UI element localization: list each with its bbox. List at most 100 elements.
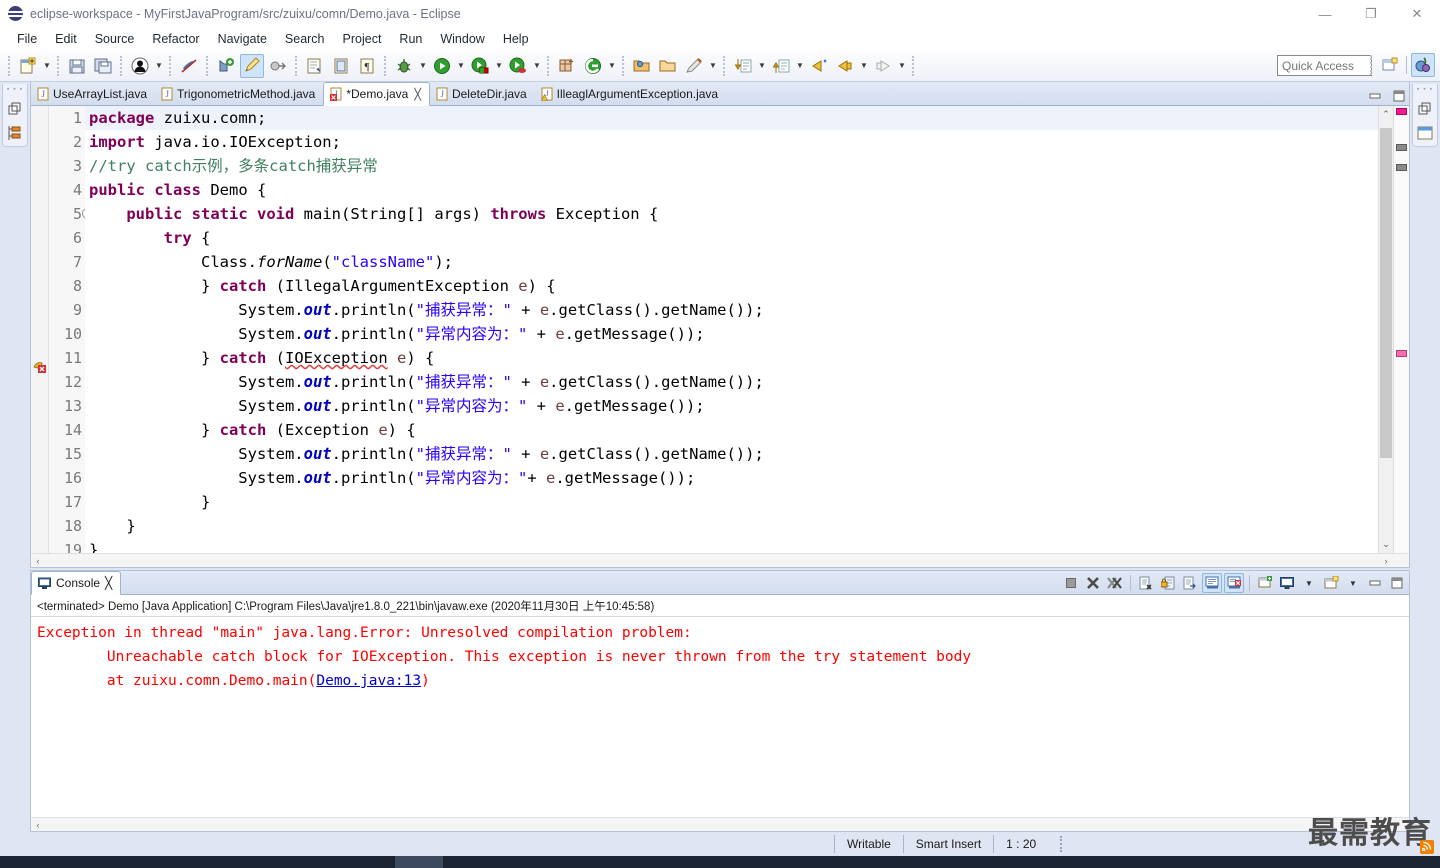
save-all-icon[interactable] (91, 54, 115, 78)
maximize-button[interactable]: ❐ (1348, 0, 1394, 28)
terminate-icon[interactable] (1061, 573, 1081, 593)
person-icon[interactable] (128, 54, 152, 78)
save-icon[interactable] (65, 54, 89, 78)
menu-refactor[interactable]: Refactor (143, 30, 208, 48)
code-line[interactable]: } (85, 490, 1378, 514)
code-line[interactable]: } catch (Exception e) { (85, 418, 1378, 442)
word-wrap-icon[interactable] (1180, 573, 1200, 593)
chevron-down-icon[interactable]: ▼ (1343, 573, 1363, 593)
chevron-down-icon[interactable]: ▼ (41, 54, 53, 78)
chevron-down-icon[interactable]: ▼ (1299, 573, 1319, 593)
open-task-icon[interactable] (329, 54, 353, 78)
restore-icon[interactable] (6, 100, 24, 118)
menu-run[interactable]: Run (390, 30, 431, 48)
restore-icon[interactable] (1416, 100, 1434, 118)
clear-console-icon[interactable] (1136, 573, 1156, 593)
maximize-icon[interactable] (1387, 573, 1407, 593)
editor-tab-trigonometricmethod[interactable]: J TrigonometricMethod.java (155, 82, 323, 105)
minimize-icon[interactable] (1365, 573, 1385, 593)
code-line[interactable]: } catch (IOException e) { (85, 346, 1378, 370)
code-line[interactable]: try { (85, 226, 1378, 250)
menu-navigate[interactable]: Navigate (209, 30, 276, 48)
overview-marker[interactable] (1396, 164, 1407, 171)
code-line[interactable]: System.out.println("异常内容为："+ e.getMessag… (85, 466, 1378, 490)
chevron-down-icon[interactable]: ▼ (493, 54, 505, 78)
chevron-down-icon[interactable]: ▼ (153, 54, 165, 78)
scroll-lock-icon[interactable] (1158, 573, 1178, 593)
menu-window[interactable]: Window (431, 30, 493, 48)
code-line[interactable]: Class.forName("className"); (85, 250, 1378, 274)
external-tools-icon[interactable] (266, 54, 290, 78)
new-console-view-icon[interactable] (1321, 573, 1341, 593)
scroll-up-icon[interactable]: ⌃ (1379, 106, 1393, 123)
editor-tab-usearraylist[interactable]: J UseArrayList.java (31, 82, 155, 105)
search-icon[interactable] (581, 54, 605, 78)
skip-breakpoints-icon[interactable] (177, 54, 201, 78)
code-line[interactable]: System.out.println("捕获异常：" + e.getClass(… (85, 298, 1378, 322)
run-icon[interactable] (430, 54, 454, 78)
editor-tab-demo[interactable]: J *Demo.java ╳ (323, 82, 430, 106)
scroll-left-icon[interactable]: ‹ (31, 556, 45, 566)
console-horizontal-scrollbar[interactable]: ‹ (31, 817, 1409, 831)
menu-source[interactable]: Source (86, 30, 144, 48)
rail-drag-handle[interactable]: ▪ ▪ ▪ (7, 86, 23, 94)
menu-edit[interactable]: Edit (46, 30, 86, 48)
close-button[interactable]: ✕ (1394, 0, 1440, 28)
code-line[interactable]: System.out.println("异常内容为：" + e.getMessa… (85, 394, 1378, 418)
back-icon[interactable] (833, 54, 857, 78)
coverage-icon[interactable] (468, 54, 492, 78)
chevron-down-icon[interactable]: ▼ (794, 54, 806, 78)
outline-icon[interactable] (1416, 124, 1434, 142)
scroll-right-icon[interactable]: › (1379, 556, 1393, 566)
code-line[interactable]: public static void main(String[] args) t… (85, 202, 1378, 226)
code-line[interactable]: } (85, 538, 1378, 553)
scroll-left-icon[interactable]: ‹ (31, 820, 45, 830)
next-annotation-icon[interactable] (731, 54, 755, 78)
chevron-down-icon[interactable]: ▼ (858, 54, 870, 78)
minimize-icon[interactable] (1367, 89, 1383, 103)
overview-marker[interactable] (1396, 350, 1407, 357)
package-explorer-icon[interactable] (6, 124, 24, 142)
chevron-down-icon[interactable]: ▼ (606, 54, 618, 78)
last-edit-location-icon[interactable] (807, 54, 831, 78)
code-line[interactable]: System.out.println("捕获异常：" + e.getClass(… (85, 370, 1378, 394)
new-java-project-icon[interactable] (214, 54, 238, 78)
editor-tab-deletedir[interactable]: J DeleteDir.java (430, 82, 535, 105)
remove-launch-icon[interactable] (1083, 573, 1103, 593)
code-line[interactable]: System.out.println("异常内容为：" + e.getMessa… (85, 322, 1378, 346)
code-line[interactable]: } catch (IllegalArgumentException e) { (85, 274, 1378, 298)
editor-overview-ruler[interactable] (1393, 106, 1409, 553)
code-line[interactable]: package zuixu.comn; (85, 106, 1378, 130)
pilcrow-icon[interactable]: ¶ (355, 54, 379, 78)
pencil-icon[interactable] (682, 54, 706, 78)
overview-marker[interactable] (1396, 144, 1407, 151)
chevron-down-icon[interactable]: ▼ (756, 54, 768, 78)
console-tab[interactable]: Console ╳ (31, 571, 122, 595)
taskbar-window-item[interactable] (395, 856, 443, 868)
new-file-icon[interactable] (16, 54, 40, 78)
close-icon[interactable]: ╳ (105, 576, 112, 590)
console-output[interactable]: Exception in thread "main" java.lang.Err… (31, 617, 1409, 817)
close-icon[interactable]: ╳ (414, 88, 421, 101)
code-line[interactable]: System.out.println("捕获异常：" + e.getClass(… (85, 442, 1378, 466)
chevron-down-icon[interactable]: ▼ (455, 54, 467, 78)
editor-marker-column[interactable] (31, 106, 49, 553)
pin-console-icon[interactable] (1202, 573, 1222, 593)
run-ant-icon[interactable] (506, 54, 530, 78)
editor-vertical-scrollbar[interactable]: ⌃ ⌄ (1378, 106, 1393, 553)
java-perspective-icon[interactable] (1411, 53, 1435, 77)
code-line[interactable]: public class Demo { (85, 178, 1378, 202)
chevron-down-icon[interactable]: ▼ (707, 54, 719, 78)
debug-icon[interactable] (392, 54, 416, 78)
previous-annotation-icon[interactable] (769, 54, 793, 78)
overview-marker[interactable] (1396, 108, 1407, 115)
error-marker-icon[interactable] (33, 359, 47, 373)
display-selected-console-icon[interactable] (1224, 573, 1244, 593)
forward-icon[interactable] (871, 54, 895, 78)
editor-horizontal-scrollbar[interactable]: ‹ › (31, 553, 1409, 567)
menu-help[interactable]: Help (494, 30, 538, 48)
menu-project[interactable]: Project (334, 30, 391, 48)
chevron-down-icon[interactable]: ▼ (417, 54, 429, 78)
open-console-icon[interactable] (1255, 573, 1275, 593)
rail-drag-handle[interactable]: ▪ ▪ ▪ (1417, 86, 1433, 94)
